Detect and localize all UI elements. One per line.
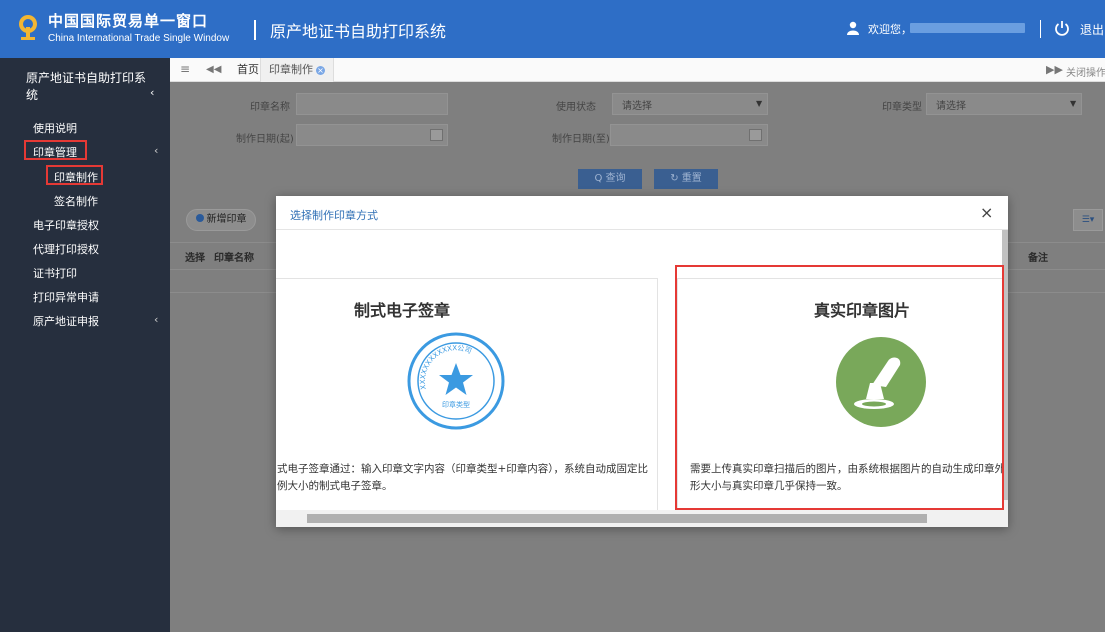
horizontal-scroll-thumb[interactable] (307, 514, 927, 523)
date-to-input[interactable] (610, 124, 768, 146)
sidebar-item-seal-making[interactable]: 印章制作 (54, 169, 98, 185)
status-label: 使用状态 (556, 102, 596, 113)
double-right-arrow-icon[interactable]: ▶▶ (1046, 63, 1063, 76)
date-from-input[interactable] (296, 124, 448, 146)
user-icon (847, 21, 859, 35)
sidebar-item-print-exception-request[interactable]: 打印异常申请 (33, 289, 99, 305)
seal-type-label: 印章类型 (882, 102, 922, 113)
query-button[interactable]: Q 查询 (578, 169, 642, 189)
plus-circle-icon (195, 214, 204, 222)
dialog-horizontal-scrollbar[interactable] (276, 510, 1008, 527)
chevron-left-icon: ‹ (154, 144, 159, 157)
close-operations-button[interactable]: 关闭操作 (1066, 64, 1105, 79)
seal-name-label: 印章名称 (250, 102, 290, 113)
option-standard-description: 式电子签章通过：输入印章文字内容（印章类型+印章内容），系统自动成固定比例大小的… (277, 463, 649, 492)
add-seal-button[interactable]: 新增印章 (186, 209, 256, 231)
header-divider (254, 20, 256, 40)
sidebar: 原产地证书自助打印系统 ‹ 使用说明 印章管理 ‹ 印章制作 签名制作 电子印章… (0, 58, 170, 632)
calendar-icon[interactable] (430, 129, 443, 141)
sidebar-item-usage-guide[interactable]: 使用说明 (33, 120, 77, 136)
highlight-box-real-seal-option (675, 265, 1004, 510)
svg-text:XXXXXXXXXXXX公司: XXXXXXXXXXXX公司 (419, 344, 473, 390)
add-seal-label: 新增印章 (206, 214, 247, 225)
tab-seal-making[interactable]: 印章制作 × (260, 58, 334, 82)
seal-ring-text: XXXXXXXXXXXX公司 (419, 344, 473, 390)
tab-bar: ≡ ◀◀ 首页 印章制作 × ▶▶ 关闭操作 (170, 58, 1105, 82)
standard-seal-icon: XXXXXXXXXXXX公司 印章类型 (407, 332, 505, 430)
username-redacted (910, 23, 1025, 33)
brand-name-cn: 中国国际贸易单一窗口 (48, 12, 209, 30)
columns-toggle-icon[interactable]: ☰▾ (1073, 209, 1103, 231)
dialog-title: 选择制作印章方式 (290, 209, 378, 222)
reset-button[interactable]: ↻ 重置 (654, 169, 718, 189)
seal-name-input[interactable] (296, 93, 448, 115)
column-header-select: 选择 (185, 253, 205, 264)
power-icon[interactable] (1054, 20, 1070, 36)
date-from-label: 制作日期(起) (236, 134, 294, 145)
column-header-remark: 备注 (1028, 253, 1048, 264)
welcome-text: 欢迎您， (868, 23, 912, 36)
calendar-icon[interactable] (749, 129, 762, 141)
system-title: 原产地证书自助打印系统 (270, 22, 447, 41)
sidebar-item-seal-management[interactable]: 印章管理 (33, 144, 77, 160)
sidebar-item-origin-declaration[interactable]: 原产地证申报 (33, 313, 99, 329)
sidebar-item-signature-making[interactable]: 签名制作 (54, 193, 98, 209)
top-header: 中国国际贸易单一窗口 China International Trade Sin… (0, 0, 1105, 58)
sidebar-item-e-seal-authorization[interactable]: 电子印章授权 (33, 217, 99, 233)
caret-down-icon: ▼ (756, 99, 763, 108)
column-header-seal-name: 印章名称 (214, 253, 254, 264)
single-window-logo-icon (19, 15, 37, 40)
chevron-left-icon: ‹ (154, 313, 159, 326)
seal-type-select-value: 请选择 (936, 101, 966, 112)
logout-link[interactable]: 退出 (1080, 21, 1104, 38)
tab-seal-making-label: 印章制作 (269, 63, 313, 76)
option-standard-title: 制式电子签章 (353, 301, 450, 320)
date-to-label: 制作日期(至) (552, 134, 610, 145)
menu-icon[interactable]: ≡ (180, 62, 190, 76)
sidebar-title: 原产地证书自助打印系统 (26, 71, 147, 102)
header-divider-right (1040, 20, 1041, 38)
close-icon[interactable]: × (316, 66, 325, 75)
sidebar-item-proxy-print-authorization[interactable]: 代理打印授权 (33, 241, 99, 257)
status-select-value: 请选择 (622, 101, 652, 112)
sidebar-item-certificate-print[interactable]: 证书打印 (33, 265, 77, 281)
option-standard-e-seal[interactable]: 制式电子签章 XXXXXXXXXXXX公司 印章类型 式电子签章通过：输入印章文… (276, 278, 658, 510)
brand-name-en: China International Trade Single Window (48, 33, 230, 44)
seal-center-text: 印章类型 (442, 400, 470, 409)
double-left-arrow-icon[interactable]: ◀◀ (206, 64, 221, 75)
close-icon[interactable]: × (980, 203, 993, 222)
caret-down-icon: ▼ (1070, 99, 1077, 108)
chevron-left-icon[interactable]: ‹ (150, 86, 154, 99)
